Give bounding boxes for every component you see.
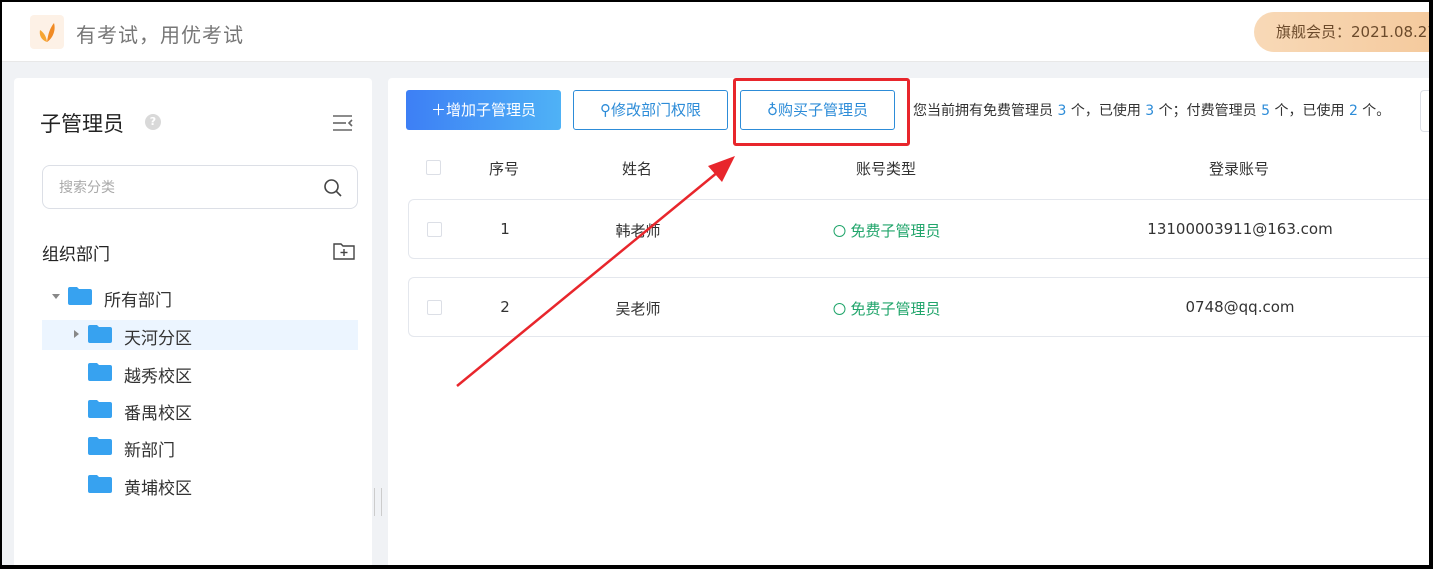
cell-index: 2: [500, 298, 510, 316]
sidebar-resize-handle[interactable]: [374, 488, 382, 516]
tree-item-label: 黄埔校区: [124, 479, 192, 499]
caret-right-icon[interactable]: [74, 330, 79, 338]
cell-name: 吴老师: [615, 300, 661, 318]
column-header-login-account: 登录账号: [1208, 160, 1270, 178]
tree-item-tianhe[interactable]: 天河分区: [42, 320, 358, 350]
folder-icon: [88, 400, 112, 423]
quota-text: 个，已使用: [1066, 103, 1146, 119]
table-row[interactable]: 1 韩老师 免费子管理员 13100003911@163.com: [408, 199, 1429, 259]
status-circle-icon: [833, 225, 846, 237]
tree-item-label: 番禺校区: [124, 404, 192, 424]
account-type-label: 免费子管理员: [850, 300, 941, 318]
table-row[interactable]: 2 吴老师 免费子管理员 0748@qq.com: [408, 277, 1429, 337]
account-type-label: 免费子管理员: [850, 222, 941, 240]
key-icon: ⚲: [599, 101, 611, 119]
paid-admin-total: 5: [1261, 103, 1271, 119]
dept-heading: 组织部门: [42, 245, 110, 265]
folder-icon: [88, 437, 112, 460]
tree-item-yuexiu[interactable]: 越秀校区: [42, 358, 358, 388]
tree-item-label: 新部门: [124, 441, 175, 461]
free-admin-used: 3: [1145, 103, 1155, 119]
main-panel: ＋增加子管理员 ⚲修改部门权限 ♁购买子管理员 您当前拥有免费管理员 3 个，已…: [388, 78, 1429, 565]
folder-icon: [88, 363, 112, 386]
column-header-index: 序号: [488, 160, 520, 178]
row-checkbox[interactable]: [427, 222, 442, 237]
table-header: 序号 姓名 账号类型 登录账号: [406, 156, 1429, 180]
logo-icon[interactable]: [30, 15, 64, 49]
cell-login-account: 0748@qq.com: [1185, 298, 1295, 316]
annotation-highlight-box: [733, 78, 910, 146]
edit-dept-permission-label: 修改部门权限: [610, 101, 701, 119]
help-icon[interactable]: ?: [145, 114, 161, 130]
search-icon[interactable]: [323, 178, 343, 202]
paid-admin-used: 2: [1348, 103, 1358, 119]
toolbar-right-control[interactable]: [1420, 90, 1429, 132]
cell-name: 韩老师: [615, 222, 661, 240]
folder-icon: [68, 287, 92, 310]
add-folder-icon[interactable]: [332, 241, 356, 265]
caret-down-icon[interactable]: [52, 294, 60, 299]
row-checkbox[interactable]: [427, 300, 442, 315]
folder-icon: [88, 325, 112, 348]
sidebar-title: 子管理员: [40, 112, 124, 136]
app-slogan: 有考试，用优考试: [76, 23, 244, 47]
tree-item-huangpu[interactable]: 黄埔校区: [42, 470, 358, 500]
quota-text: 个；付费管理员: [1154, 103, 1262, 119]
quota-text: 您当前拥有免费管理员: [913, 103, 1058, 119]
column-header-name: 姓名: [621, 160, 653, 178]
app-window: 有考试，用优考试 旗舰会员：2021.08.27 子管理员 ? 组织部门: [2, 2, 1429, 565]
status-circle-icon: [833, 303, 846, 315]
column-header-account-type: 账号类型: [855, 160, 917, 178]
tree-item-all-departments[interactable]: 所有部门: [42, 282, 358, 312]
vip-membership-badge[interactable]: 旗舰会员：2021.08.27: [1254, 12, 1429, 52]
category-search-input[interactable]: [59, 177, 309, 199]
folder-icon: [88, 475, 112, 498]
quota-text: 个。: [1357, 103, 1391, 119]
sidebar: 子管理员 ? 组织部门: [14, 78, 372, 565]
cell-login-account: 13100003911@163.com: [1147, 220, 1333, 238]
collapse-sidebar-icon[interactable]: [332, 114, 354, 136]
cell-account-type: 免费子管理员: [833, 220, 941, 241]
tree-item-panyu[interactable]: 番禺校区: [42, 395, 358, 425]
edit-dept-permission-button[interactable]: ⚲修改部门权限: [573, 90, 728, 130]
select-all-checkbox[interactable]: [426, 160, 441, 175]
category-search-field[interactable]: [42, 165, 358, 209]
tree-item-label: 所有部门: [104, 291, 172, 311]
cell-account-type: 免费子管理员: [833, 298, 941, 319]
tree-item-label: 天河分区: [124, 329, 192, 349]
cell-index: 1: [500, 220, 510, 238]
tree-item-new-dept[interactable]: 新部门: [42, 432, 358, 462]
add-sub-admin-button[interactable]: ＋增加子管理员: [406, 90, 561, 130]
tree-item-label: 越秀校区: [124, 367, 192, 387]
quota-text: 个，已使用: [1270, 103, 1349, 119]
admin-quota-text: 您当前拥有免费管理员 3 个，已使用 3 个；付费管理员 5 个，已使用 2 个…: [913, 100, 1390, 120]
top-bar: 有考试，用优考试 旗舰会员：2021.08.27: [2, 2, 1429, 62]
